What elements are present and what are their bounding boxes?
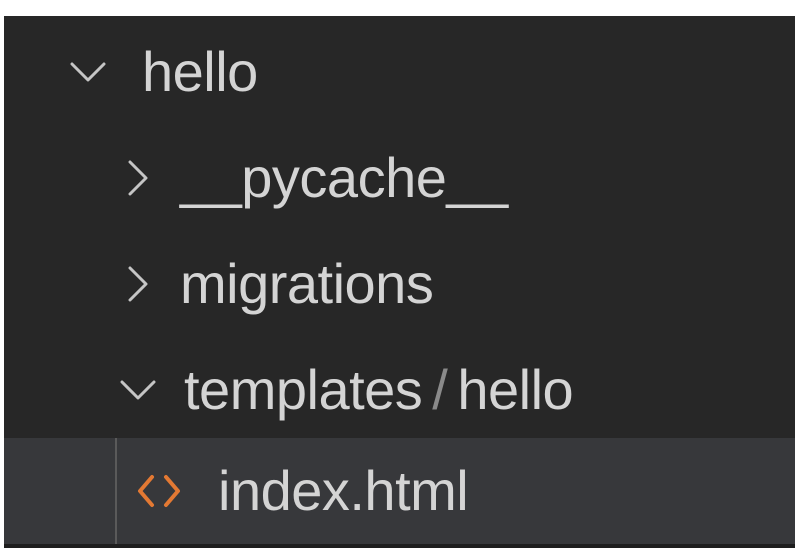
folder-label: hello bbox=[142, 40, 258, 103]
file-label: index.html bbox=[218, 459, 469, 522]
tree-folder-hello[interactable]: hello bbox=[4, 20, 795, 124]
compact-folder-label: templates / hello bbox=[184, 338, 574, 442]
chevron-down-icon[interactable] bbox=[60, 20, 116, 124]
path-separator: / bbox=[432, 358, 448, 421]
chevron-right-icon[interactable] bbox=[110, 232, 166, 336]
indent-guide bbox=[115, 438, 117, 544]
tree-file-index-html[interactable]: index.html bbox=[4, 438, 795, 544]
panel-bottom-edge bbox=[4, 544, 795, 548]
folder-label-hello: hello bbox=[457, 358, 574, 421]
folder-label: __pycache__ bbox=[180, 146, 508, 209]
tree-folder-pycache[interactable]: __pycache__ bbox=[4, 126, 795, 230]
chevron-right-icon[interactable] bbox=[110, 126, 166, 230]
html-code-icon bbox=[136, 438, 182, 544]
file-explorer-tree: hello __pycache__ migrations templates / h… bbox=[4, 16, 795, 548]
tree-folder-templates-hello[interactable]: templates / hello bbox=[4, 338, 795, 442]
tree-folder-migrations[interactable]: migrations bbox=[4, 232, 795, 336]
chevron-down-icon[interactable] bbox=[110, 338, 166, 442]
folder-label: migrations bbox=[180, 252, 434, 315]
folder-label-templates: templates bbox=[184, 358, 423, 421]
